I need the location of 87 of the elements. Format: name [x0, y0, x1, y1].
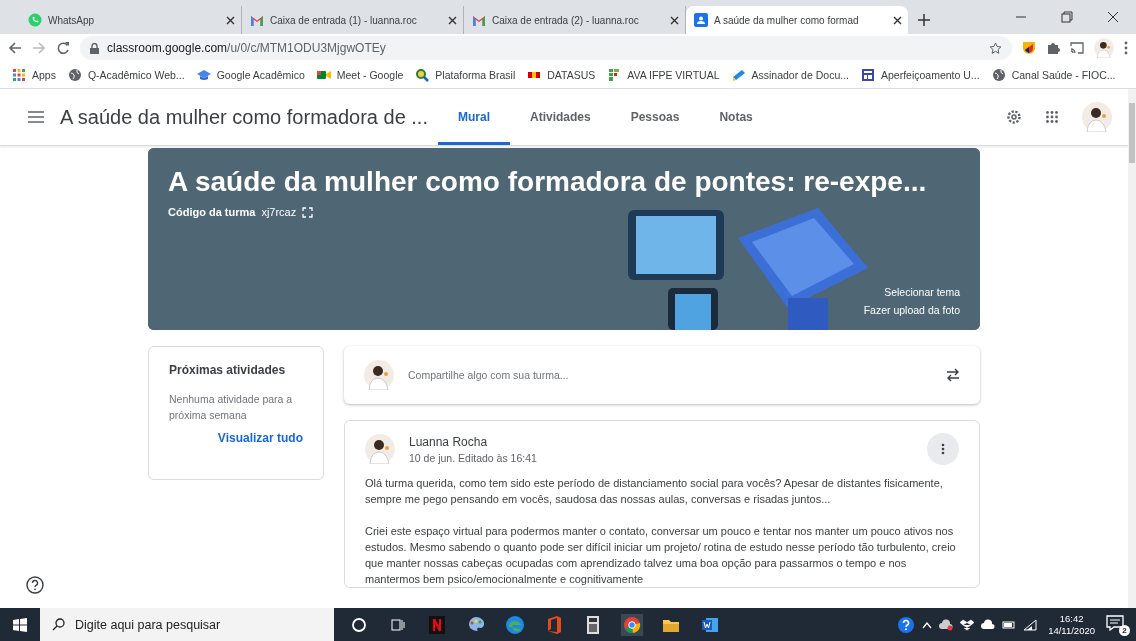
back-arrow-icon[interactable]: [8, 41, 22, 55]
puzzle-icon[interactable]: [1046, 41, 1060, 55]
class-code: xj7rcaz: [261, 206, 297, 218]
chrome-icon[interactable]: [621, 613, 643, 636]
empty-message: Nenhuma atividade para a próxima semana: [169, 392, 294, 423]
notification-icon[interactable]: [1106, 614, 1124, 631]
user-avatar: [364, 360, 394, 390]
post-text: Olá turma querida, como tem sido este período de distanciamento social para vocês? Apesar de distantes fisicamente, sempre me pego pensando em vocês, saudosa das nossas aulas, conversas e risadas juntos...: [365, 476, 944, 507]
apps-grid-icon: [12, 68, 26, 82]
banner-title: A saúde da mulher como formadora de pontes: re-expe...: [168, 166, 927, 198]
share-box[interactable]: Compartilhe algo com sua turma...: [344, 346, 980, 404]
class-tab[interactable]: Mural: [438, 89, 510, 145]
browser-tab[interactable]: A saúde da mulher como formad: [686, 6, 908, 34]
cloud-upload-icon[interactable]: [981, 618, 996, 631]
bookmark[interactable]: Meet - Google: [316, 68, 404, 82]
wifi-icon[interactable]: [1023, 618, 1038, 631]
author-avatar: [365, 434, 395, 464]
cloud-icon[interactable]: [939, 618, 954, 631]
bookmark[interactable]: Assinador de Docu...: [731, 68, 849, 82]
share-placeholder: Compartilhe algo com sua turma...: [408, 369, 570, 381]
post-author: Luanna Rocha: [409, 434, 489, 449]
card-title: Próximas atividades: [169, 363, 287, 377]
form-icon: [861, 68, 875, 82]
banner-link[interactable]: Selecionar tema: [884, 286, 960, 298]
fullscreen-icon[interactable]: [302, 206, 314, 218]
bookmark[interactable]: Q-Acadêmico Web...: [67, 68, 185, 82]
globe-icon: [991, 68, 1006, 82]
banner-link[interactable]: Fazer upload da foto: [863, 304, 960, 316]
classroom-icon: [694, 13, 708, 27]
dropbox-icon[interactable]: [960, 618, 975, 631]
lock-icon: [90, 42, 99, 54]
class-tab[interactable]: Atividades: [510, 89, 611, 145]
bookmark[interactable]: Google Acadêmico: [196, 68, 305, 82]
windows-logo-icon[interactable]: [13, 617, 27, 632]
class-tab[interactable]: Pessoas: [610, 89, 700, 145]
scrollbar[interactable]: [1128, 89, 1136, 608]
profile-avatar: [1094, 38, 1114, 58]
cast-icon[interactable]: [1070, 42, 1084, 54]
bookmark[interactable]: Canal Saúde - FIOC...: [991, 68, 1116, 82]
profile-avatar: [1082, 102, 1112, 132]
shield-extension-icon[interactable]: [1022, 41, 1036, 55]
magnifier-icon: [415, 68, 430, 82]
chevron-up-icon[interactable]: [922, 620, 933, 629]
repost-icon[interactable]: [946, 368, 960, 382]
bookmark[interactable]: DATASUS: [527, 68, 596, 82]
netflix-icon[interactable]: [426, 613, 448, 636]
close-icon[interactable]: [226, 15, 235, 25]
menu-icon[interactable]: [28, 111, 44, 123]
bookmark[interactable]: AVA IFPE VIRTUAL: [607, 68, 720, 82]
close-icon[interactable]: [448, 15, 457, 25]
globe-icon: [67, 68, 82, 82]
address-bar[interactable]: classroom.google.com/u/0/c/MTM1ODU3MjgwOTEy: [80, 36, 1012, 60]
taskbar-search-field[interactable]: Digite aqui para pesquisar: [40, 608, 334, 641]
clock-time: 16:42: [1059, 612, 1084, 625]
star-icon[interactable]: [989, 41, 1002, 55]
help-icon[interactable]: [897, 615, 916, 634]
view-all-link[interactable]: Visualizar tudo: [217, 431, 303, 445]
graduation-cap-icon: [196, 68, 211, 82]
class-tab[interactable]: Notas: [699, 89, 773, 145]
mail-icon: [472, 14, 486, 26]
new-tab-icon[interactable]: [918, 14, 930, 26]
clock-date: 14/11/2020: [1048, 624, 1095, 637]
close-icon[interactable]: [670, 15, 679, 25]
settings-icon[interactable]: [1006, 109, 1022, 125]
chat-icon: [28, 13, 42, 27]
apps-grid-icon[interactable]: [1046, 111, 1058, 123]
class-code-label: Código da turma: [168, 206, 256, 218]
pen-icon: [731, 68, 746, 82]
class-title: A saúde da mulher como formadora de ...: [60, 105, 428, 129]
menu-icon[interactable]: [1124, 41, 1128, 55]
notification-count: 2: [1119, 624, 1130, 636]
post-date: 10 de jun. Editado às 16:41: [409, 451, 537, 464]
reload-icon[interactable]: [56, 41, 70, 55]
edge-browser-icon[interactable]: [504, 613, 526, 636]
taskbar-clock[interactable]: 16:42 14/11/2020: [1048, 612, 1095, 637]
bookmark[interactable]: Plataforma Brasil: [415, 68, 516, 82]
close-icon[interactable]: [893, 15, 902, 25]
blocks-icon: [607, 68, 622, 82]
video-camera-icon: [316, 68, 331, 82]
bookmark[interactable]: Apps: [12, 68, 56, 82]
battery-icon[interactable]: [1002, 619, 1017, 630]
search-icon: [52, 618, 65, 631]
mail-icon: [250, 14, 264, 26]
post-text: Criei este espaço virtual para podermos manter o contato, conversar um pouco e tentar nos manter um pouco ativos nos estudos. Mesmo sabendo o quanto pode ser difícil iniciar um projeto/ rotina de estudo nesse período tão turbulento, creio que manter nossas cabeças ocupadas com aprendizado talvez uma boa opção para passarmos o tempo e nos mantermos bem psico/emocionalmente e cognitivamente: [365, 524, 957, 587]
more-vertical-icon: [941, 443, 945, 455]
bookmark[interactable]: Aperfeiçoamento U...: [861, 68, 980, 82]
help-icon[interactable]: [26, 576, 44, 594]
